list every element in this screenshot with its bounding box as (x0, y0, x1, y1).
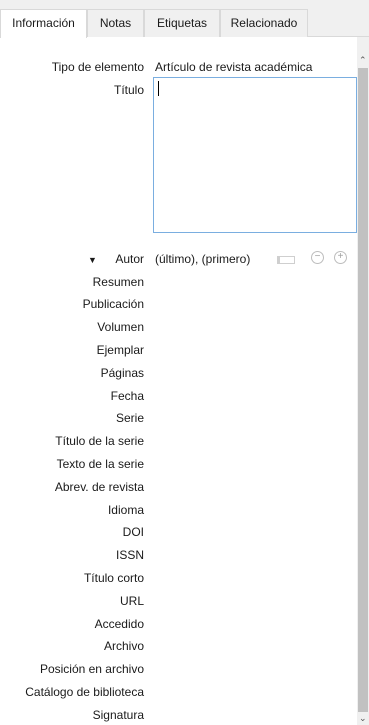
field-label: Serie (115, 411, 144, 425)
scrollbar-thumb[interactable] (358, 68, 368, 712)
minus-circle-icon[interactable]: − (311, 251, 324, 264)
chevron-up-icon[interactable]: ⌃ (359, 55, 367, 66)
field-label: Volumen (97, 320, 144, 334)
field-label: Resumen (92, 275, 144, 289)
field-label: DOI (122, 525, 144, 539)
field-label: Publicación (82, 297, 144, 311)
title-input[interactable] (153, 77, 357, 233)
triangle-down-icon[interactable]: ▼ (88, 255, 97, 265)
field-label: Signatura (92, 708, 144, 722)
field-label: Abrev. de revista (54, 480, 144, 494)
tab-notes[interactable]: Notas (87, 9, 144, 37)
title-label: Título (113, 83, 144, 97)
item-type-value[interactable]: Artículo de revista académica (155, 60, 312, 74)
field-label: Archivo (103, 639, 144, 653)
field-label: Catálogo de biblioteca (25, 685, 144, 699)
plus-circle-icon[interactable]: + (334, 251, 347, 264)
tab-related[interactable]: Relacionado (220, 9, 308, 37)
tab-info[interactable]: Información (0, 9, 87, 38)
chevron-down-icon[interactable]: ⌄ (359, 713, 367, 724)
field-label: Accedido (94, 617, 144, 631)
field-label: Título corto (83, 571, 144, 585)
vertical-scrollbar[interactable]: ⌃ ⌄ (357, 37, 369, 725)
item-type-label: Tipo de elemento (51, 60, 144, 74)
field-label: ISSN (115, 548, 144, 562)
text-caret (158, 81, 159, 96)
field-label: Texto de la serie (56, 457, 144, 471)
author-name-field[interactable]: (último), (primero) (155, 252, 250, 268)
field-label: Título de la serie (55, 434, 144, 448)
field-label: Ejemplar (96, 343, 144, 357)
tab-tags[interactable]: Etiquetas (144, 9, 220, 37)
field-label: Páginas (100, 366, 144, 380)
field-label: Fecha (110, 389, 144, 403)
field-label: URL (119, 594, 144, 608)
tab-bar: Información Notas Etiquetas Relacionado (0, 0, 369, 38)
item-info-pane: Tipo de elemento Artículo de revista aca… (0, 37, 357, 725)
author-label[interactable]: Autor (115, 252, 144, 266)
switch-name-mode-icon[interactable] (277, 256, 295, 264)
field-label: Idioma (107, 503, 144, 517)
field-label: Posición en archivo (39, 662, 144, 676)
